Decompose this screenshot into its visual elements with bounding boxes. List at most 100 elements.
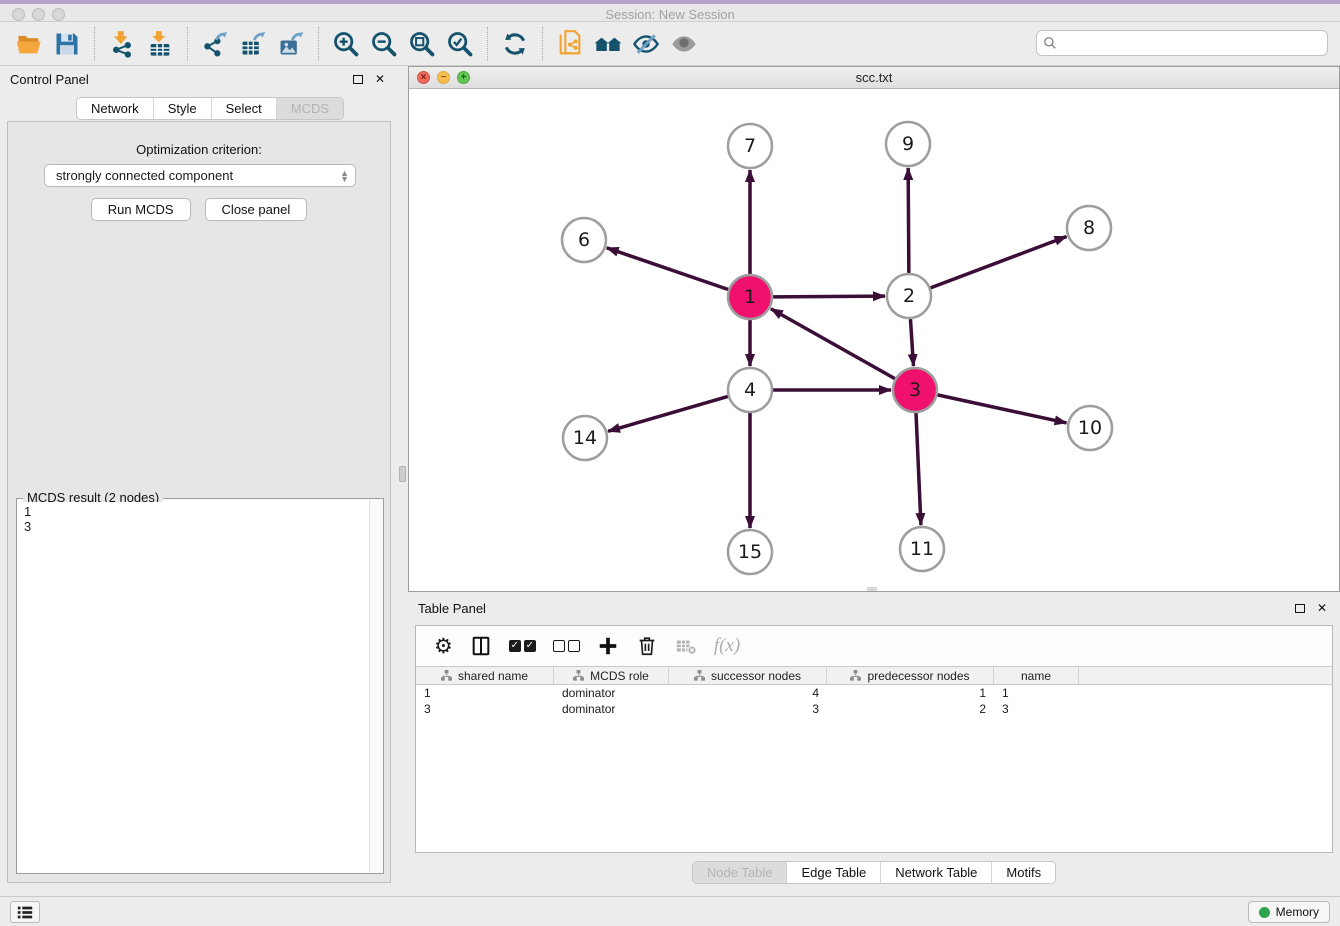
graph-node-2[interactable]: 2 bbox=[887, 274, 931, 318]
graph-node-10[interactable]: 10 bbox=[1068, 406, 1112, 450]
splitter-handle[interactable] bbox=[399, 466, 406, 482]
tab-select[interactable]: Select bbox=[211, 98, 276, 119]
zoom-selected-button[interactable] bbox=[441, 26, 479, 62]
close-table-panel-button[interactable]: ✕ bbox=[1314, 600, 1330, 616]
column-type-icon bbox=[441, 670, 452, 681]
export-image-button[interactable] bbox=[272, 26, 310, 62]
svg-text:3: 3 bbox=[909, 379, 921, 401]
zoom-out-icon bbox=[370, 30, 398, 58]
eye-slash-icon bbox=[632, 30, 660, 58]
graph-edge-2-9[interactable] bbox=[908, 168, 909, 273]
graph-edge-1-6[interactable] bbox=[607, 248, 729, 290]
criterion-select[interactable]: strongly connected component ▲▼ bbox=[44, 164, 356, 187]
table-tab-node-table[interactable]: Node Table bbox=[693, 862, 787, 883]
add-column-button[interactable] bbox=[597, 635, 619, 657]
graph-node-9[interactable]: 9 bbox=[886, 122, 930, 166]
table-cell: 1 bbox=[416, 686, 554, 700]
float-table-panel-button[interactable] bbox=[1292, 600, 1308, 616]
table-cell: dominator bbox=[554, 702, 669, 716]
graph-node-11[interactable]: 11 bbox=[900, 527, 944, 571]
zoom-fit-button[interactable] bbox=[403, 26, 441, 62]
search-input[interactable] bbox=[1057, 33, 1327, 53]
graph-edge-3-10[interactable] bbox=[937, 395, 1066, 423]
network-canvas[interactable]: 7 9 6 8 1 2 4 3 14 10 15 11 bbox=[409, 89, 1339, 591]
memory-button[interactable]: Memory bbox=[1248, 901, 1330, 923]
select-all-button[interactable]: ✓ ✓ bbox=[509, 640, 536, 652]
save-session-button[interactable] bbox=[48, 26, 86, 62]
close-panel-button[interactable]: ✕ bbox=[372, 71, 388, 87]
refresh-view-button[interactable] bbox=[496, 26, 534, 62]
graph-node-4[interactable]: 4 bbox=[728, 368, 772, 412]
task-history-button[interactable] bbox=[10, 901, 40, 923]
table-cell: 1 bbox=[827, 686, 994, 700]
run-mcds-button[interactable]: Run MCDS bbox=[91, 198, 191, 221]
graph-edge-3-1[interactable] bbox=[771, 309, 895, 379]
table-panel: Table Panel ✕ ⚙ ✓ ✓ bbox=[408, 595, 1340, 888]
zoom-out-button[interactable] bbox=[365, 26, 403, 62]
table-cell: 4 bbox=[669, 686, 827, 700]
show-all-button[interactable] bbox=[665, 26, 703, 62]
export-table-button[interactable] bbox=[234, 26, 272, 62]
table-settings-button[interactable]: ⚙ bbox=[434, 635, 453, 657]
window-title: Session: New Session bbox=[0, 7, 1340, 22]
tab-network[interactable]: Network bbox=[77, 98, 153, 119]
memory-label: Memory bbox=[1276, 905, 1319, 919]
graph-edge-1-2[interactable] bbox=[773, 296, 885, 297]
graph-node-15[interactable]: 15 bbox=[728, 530, 772, 574]
table-cell: 2 bbox=[827, 702, 994, 716]
show-columns-button[interactable] bbox=[470, 635, 492, 657]
column-header-predecessor-nodes[interactable]: predecessor nodes bbox=[827, 667, 994, 684]
table-tab-motifs[interactable]: Motifs bbox=[991, 862, 1055, 883]
column-header-name[interactable]: name bbox=[994, 667, 1079, 684]
graph-edge-2-8[interactable] bbox=[931, 236, 1067, 287]
graph-node-3[interactable]: 3 bbox=[893, 368, 937, 412]
home-view-button[interactable] bbox=[589, 26, 627, 62]
svg-text:11: 11 bbox=[910, 538, 934, 560]
table-cell: dominator bbox=[554, 686, 669, 700]
import-table-button[interactable] bbox=[141, 26, 179, 62]
window-resize-handle[interactable] bbox=[867, 587, 877, 591]
table-tab-network-table[interactable]: Network Table bbox=[880, 862, 991, 883]
hide-selected-button[interactable] bbox=[627, 26, 665, 62]
graph-node-14[interactable]: 14 bbox=[563, 416, 607, 460]
graph-edge-3-11[interactable] bbox=[916, 413, 921, 525]
close-panel-button-mcds[interactable]: Close panel bbox=[205, 198, 308, 221]
mcds-result-box: MCDS result (2 nodes) 1 3 bbox=[16, 498, 384, 874]
column-header-successor-nodes[interactable]: successor nodes bbox=[669, 667, 827, 684]
export-network-button[interactable] bbox=[196, 26, 234, 62]
graph-node-8[interactable]: 8 bbox=[1067, 206, 1111, 250]
deselect-all-button[interactable] bbox=[553, 640, 580, 652]
function-builder-button[interactable]: f(x) bbox=[714, 635, 740, 657]
delete-table-button[interactable] bbox=[675, 635, 697, 657]
graph-node-1[interactable]: 1 bbox=[728, 275, 772, 319]
svg-text:7: 7 bbox=[744, 135, 756, 157]
graph-edge-4-14[interactable] bbox=[608, 396, 728, 431]
vertical-splitter[interactable] bbox=[398, 66, 408, 896]
network-file-icon bbox=[556, 30, 584, 58]
table-row[interactable]: 1dominator411 bbox=[416, 685, 1332, 701]
open-session-button[interactable] bbox=[10, 26, 48, 62]
graph-node-6[interactable]: 6 bbox=[562, 218, 606, 262]
zoom-in-button[interactable] bbox=[327, 26, 365, 62]
control-panel: Control Panel ✕ NetworkStyleSelectMCDS O… bbox=[0, 66, 398, 896]
graph-node-7[interactable]: 7 bbox=[728, 124, 772, 168]
table-row[interactable]: 3dominator323 bbox=[416, 701, 1332, 717]
import-network-button[interactable] bbox=[103, 26, 141, 62]
table-panel-title: Table Panel bbox=[418, 601, 1286, 616]
svg-text:4: 4 bbox=[744, 379, 756, 401]
network-file-button[interactable] bbox=[551, 26, 589, 62]
graph-edge-2-3[interactable] bbox=[910, 319, 913, 366]
delete-column-button[interactable] bbox=[636, 635, 658, 657]
zoom-selected-icon bbox=[446, 30, 474, 58]
float-panel-button[interactable] bbox=[350, 71, 366, 87]
column-header-MCDS-role[interactable]: MCDS role bbox=[554, 667, 669, 684]
tab-mcds[interactable]: MCDS bbox=[276, 98, 343, 119]
result-scrollbar[interactable] bbox=[369, 499, 383, 873]
close-icon: ✕ bbox=[375, 72, 385, 86]
table-tab-edge-table[interactable]: Edge Table bbox=[786, 862, 880, 883]
network-window-titlebar[interactable]: × − + scc.txt bbox=[409, 67, 1339, 89]
column-header-shared-name[interactable]: shared name bbox=[416, 667, 554, 684]
close-icon: ✕ bbox=[1317, 601, 1327, 615]
tab-style[interactable]: Style bbox=[153, 98, 211, 119]
export-image-icon bbox=[277, 30, 305, 58]
